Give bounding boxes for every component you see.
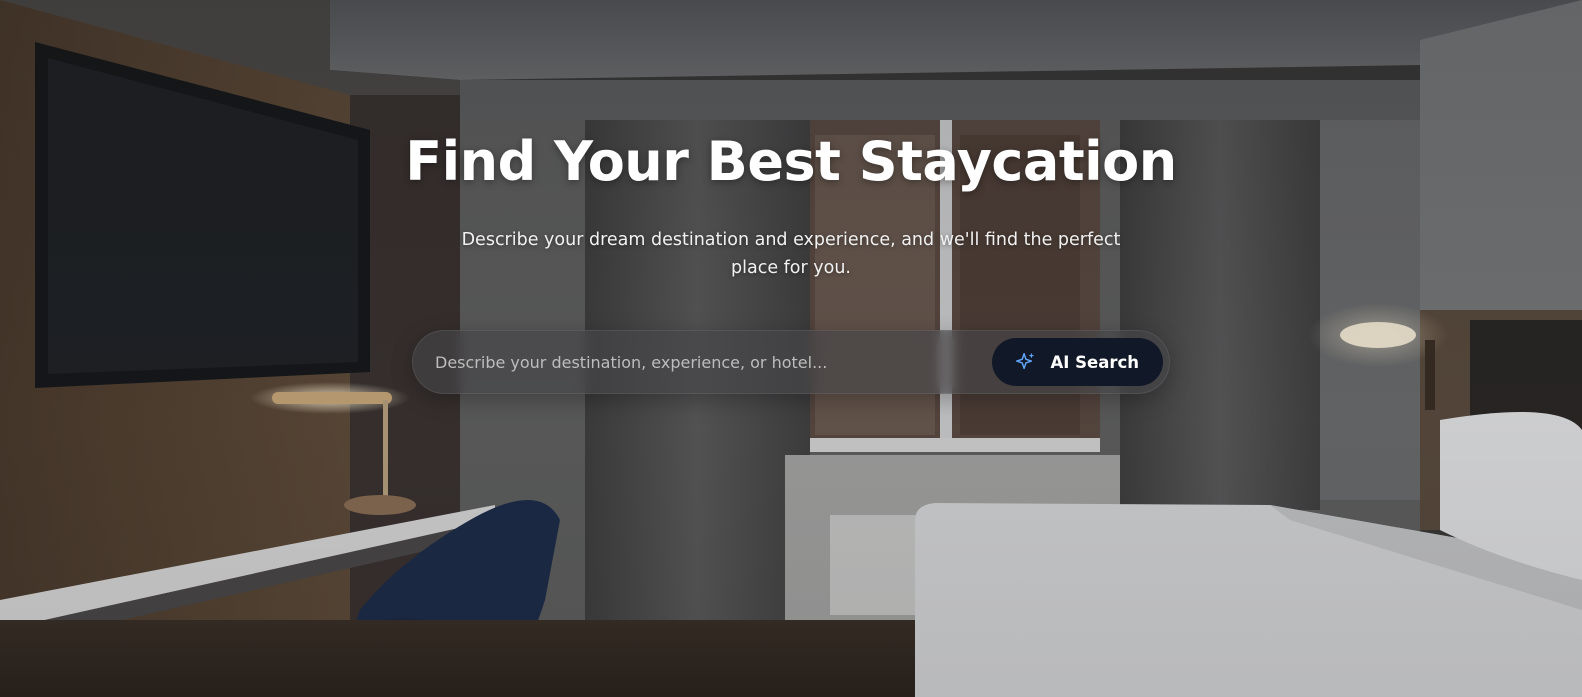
search-bar: AI Search xyxy=(412,330,1170,394)
page-subtitle: Describe your dream destination and expe… xyxy=(461,230,1121,278)
hero-content: Find Your Best Staycation Describe your … xyxy=(0,0,1582,394)
ai-search-button-label: AI Search xyxy=(1050,352,1139,372)
ai-search-button[interactable]: AI Search xyxy=(992,338,1163,386)
page-title: Find Your Best Staycation xyxy=(405,130,1177,193)
search-input[interactable] xyxy=(433,330,993,394)
sparkle-icon xyxy=(1016,352,1035,370)
hero-section: Find Your Best Staycation Describe your … xyxy=(0,0,1582,697)
